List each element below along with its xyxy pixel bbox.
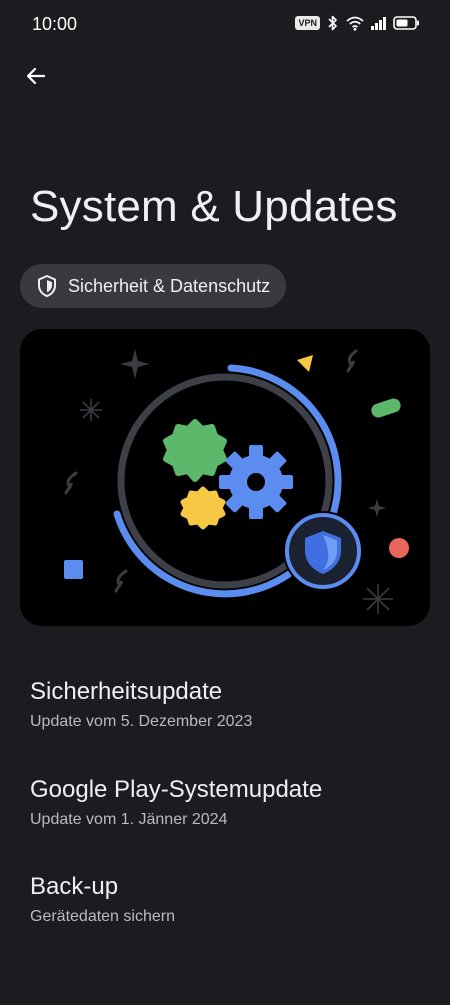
vpn-icon: VPN bbox=[295, 16, 320, 30]
sparkle-decoration bbox=[368, 499, 386, 517]
security-privacy-chip[interactable]: Sicherheit & Datenschutz bbox=[20, 264, 287, 308]
bluetooth-icon bbox=[328, 15, 337, 31]
status-time: 10:00 bbox=[32, 14, 78, 34]
green-cog bbox=[163, 419, 227, 482]
status-bar: 10:00 VPN bbox=[0, 0, 450, 50]
item-subtitle: Update vom 1. Jänner 2024 bbox=[30, 811, 228, 828]
burst-decoration bbox=[363, 584, 393, 614]
page-title: System & Updates bbox=[30, 182, 398, 231]
pill-decoration bbox=[371, 398, 401, 418]
squiggle-decoration bbox=[346, 349, 358, 373]
chip-label: Sicherheit & Datenschutz bbox=[68, 275, 271, 296]
hero-illustration bbox=[20, 329, 430, 626]
shield-icon bbox=[38, 275, 56, 297]
squiggle-decoration bbox=[64, 471, 78, 495]
wifi-icon bbox=[346, 16, 364, 31]
arrow-left-icon bbox=[26, 67, 46, 85]
gears-shield-illustration bbox=[64, 349, 409, 614]
list-item-security-update[interactable]: Sicherheitsupdate Update vom 5. Dezember… bbox=[30, 678, 430, 731]
squiggle-decoration bbox=[114, 569, 128, 593]
signal-icon bbox=[371, 16, 386, 30]
item-subtitle: Gerätedaten sichern bbox=[30, 908, 175, 925]
yellow-cog bbox=[180, 486, 226, 530]
back-button[interactable] bbox=[18, 58, 54, 94]
item-title: Sicherheitsupdate bbox=[30, 678, 223, 705]
list-item-google-play-system-update[interactable]: Google Play-Systemupdate Update vom 1. J… bbox=[30, 776, 430, 829]
item-title: Google Play-Systemupdate bbox=[30, 776, 323, 803]
list-item-backup[interactable]: Back-up Gerätedaten sichern bbox=[30, 873, 430, 926]
item-subtitle: Update vom 5. Dezember 2023 bbox=[30, 713, 253, 730]
blue-gear bbox=[219, 445, 293, 519]
square-decoration bbox=[64, 560, 83, 579]
sparkle-decoration bbox=[120, 349, 150, 379]
dot-decoration bbox=[389, 538, 409, 558]
battery-icon bbox=[393, 16, 419, 30]
item-title: Back-up bbox=[30, 873, 119, 900]
burst-decoration bbox=[80, 399, 102, 421]
status-icons: VPN bbox=[295, 15, 420, 31]
triangle-decoration bbox=[297, 355, 313, 372]
